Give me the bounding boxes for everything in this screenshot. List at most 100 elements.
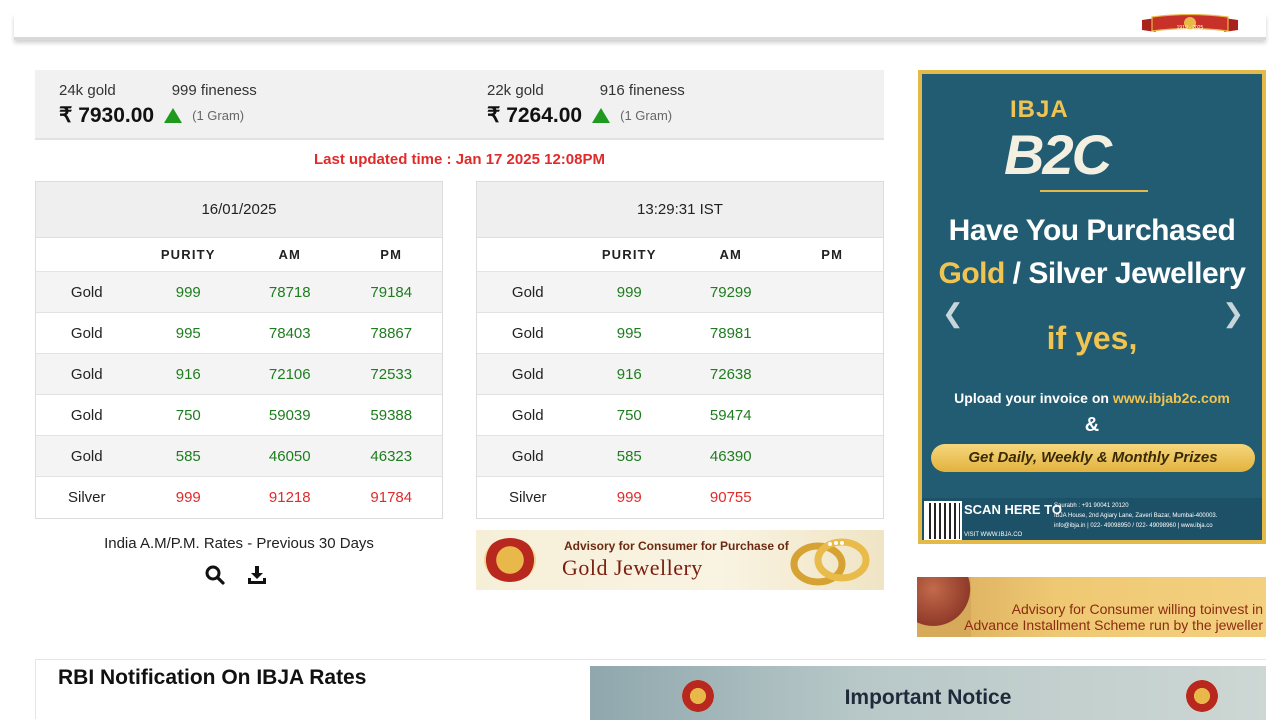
am-cell: 78718 [268,283,311,301]
rate-table-previous: 16/01/2025 PURITY AM PM Gold 999 78718 7918… [35,181,443,519]
table-row: Gold 999 79299 [477,272,883,313]
col-purity: PURITY [601,247,657,262]
unit-label: (1 Gram) [620,108,673,123]
table-row: Silver 999 91218 91784 [36,477,442,518]
carousel-next-icon[interactable]: ❯ [1222,298,1244,329]
advisory-gold-jewellery-banner[interactable]: Advisory for Consumer for Purchase of Go… [476,530,884,590]
karat-label: 22k gold [487,82,544,99]
pm-cell: 78867 [370,324,413,342]
unit-label: (1 Gram) [192,108,245,123]
b2c-headline2: Gold / Silver Jewellery [922,257,1262,291]
headline-gold-word: Gold [938,257,1006,290]
contact-line: IBJA House, 2nd Agiary Lane, Zaveri Baza… [1054,513,1218,519]
important-notice-banner[interactable]: Important Notice [590,666,1266,720]
price-value: ₹ 7264.00 [487,104,583,127]
purity-cell: 750 [616,406,642,424]
am-cell: 91218 [268,489,311,506]
table-row: Gold 750 59474 [477,395,883,436]
table-row: Gold 916 72106 72533 [36,354,442,395]
purity-cell: 916 [175,365,201,383]
metal-cell: Gold [511,283,544,301]
b2c-logo: B2C [1004,123,1112,186]
price-22k: 22k gold 916 fineness ₹ 7264.00 (1 Gram) [487,82,685,128]
price-24k: 24k gold 999 fineness ₹ 7930.00 (1 Gram) [59,82,257,128]
advisory-line2: Gold Jewellery [562,555,703,580]
col-pm: PM [821,247,844,262]
b2c-prizes-pill: Get Daily, Weekly & Monthly Prizes [931,444,1255,472]
metal-cell: Silver [67,489,106,506]
purity-cell: 999 [616,283,642,301]
metal-cell: Gold [70,365,103,383]
purity-cell: 999 [175,283,201,301]
purity-cell: 995 [175,324,201,342]
purity-cell: 585 [616,447,642,465]
b2c-amp: & [1084,414,1100,436]
table-date-header: 16/01/2025 [36,182,442,238]
col-pm: PM [380,247,403,262]
purity-cell: 750 [175,406,201,424]
contact-line: info@ibja.in | 022- 49098950 / 022- 4909… [1054,523,1213,529]
download-icon[interactable] [247,565,267,585]
scan-text: SCAN HERE TO [964,502,1062,517]
history-actions [205,565,267,585]
am-cell: 90755 [709,489,752,506]
pm-cell: 46323 [370,447,413,465]
rbi-title: RBI Notification On IBJA Rates [58,666,367,689]
advisory-scheme-line1: Advisory for Consumer willing toinvest i… [1011,601,1263,617]
pm-cell: 79184 [370,283,413,301]
anniversary-seal-icon [1186,680,1218,712]
search-icon[interactable] [205,565,225,585]
metal-cell: Gold [70,447,103,465]
ibja-brand: IBJA [1010,96,1069,123]
metal-cell: Silver [508,489,547,506]
gold-rings-icon [790,538,870,586]
am-cell: 46050 [268,447,311,465]
price-value: ₹ 7930.00 [59,104,155,127]
b2c-upload-line: Upload your invoice on www.ibjab2c.com [922,390,1262,406]
metal-cell: Gold [511,406,544,424]
divider [1040,190,1148,192]
upload-site: www.ibjab2c.com [1112,390,1230,406]
table-row: Gold 750 59039 59388 [36,395,442,436]
table-row: Gold 999 78718 79184 [36,272,442,313]
ibja-b2c-banner[interactable]: IBJA B2C Have You Purchased Gold / Silve… [918,70,1266,544]
headline-rest: / Silver Jewellery [1004,257,1246,290]
table-row: Gold 995 78981 [477,313,883,354]
purity-cell: 999 [616,489,642,506]
purity-cell: 999 [175,489,201,506]
metal-cell: Gold [70,406,103,424]
table-row: Gold 585 46050 46323 [36,436,442,477]
visit-text: VISIT WWW.IBJA.CO [964,532,1023,538]
fineness-label: 999 fineness [171,82,257,99]
carousel-prev-icon[interactable]: ❮ [942,298,964,329]
am-cell: 46390 [709,447,752,465]
purity-cell: 585 [175,447,201,465]
rate-table-live: 13:29:31 IST PURITY AM PM Gold 999 79299 G… [476,181,884,519]
table-column-headers: PURITY AM PM [477,238,883,272]
pm-cell: 91784 [370,489,413,506]
fineness-label: 916 fineness [599,82,685,99]
am-cell: 59039 [268,406,311,424]
anniversary-ribbon-logo: 1919 - 2025 [1142,14,1238,32]
upload-prefix: Upload your invoice on [954,390,1113,406]
pm-cell: 72533 [370,365,413,383]
am-cell: 59474 [709,406,752,424]
top-header-bar: 1919 - 2025 [14,14,1266,40]
advisory-scheme-line2: Advance Installment Scheme run by the je… [964,617,1263,633]
advisory-line1: Advisory for Consumer for Purchase of [564,539,789,553]
metal-cell: Gold [511,365,544,383]
history-link[interactable]: India A.M/P.M. Rates - Previous 30 Days [35,535,443,552]
b2c-headline1: Have You Purchased [948,214,1236,247]
contact-info: Saurabh : +91 90041 20120 IBJA House, 2n… [1054,501,1217,531]
metal-cell: Gold [511,324,544,342]
am-cell: 79299 [709,283,752,301]
price-summary-strip: 24k gold 999 fineness ₹ 7930.00 (1 Gram) … [35,70,884,140]
ibja-seal-icon [484,538,536,582]
karat-label: 24k gold [59,82,116,99]
am-cell: 72638 [709,365,752,383]
advisory-installment-banner[interactable]: Advisory for Consumer willing toinvest i… [917,577,1266,637]
advisory-scheme-text: Advisory for Consumer willing toinvest i… [953,601,1263,633]
purity-cell: 995 [616,324,642,342]
ribbon-text: 1919 - 2025 [1177,25,1204,31]
col-am: AM [719,247,743,262]
